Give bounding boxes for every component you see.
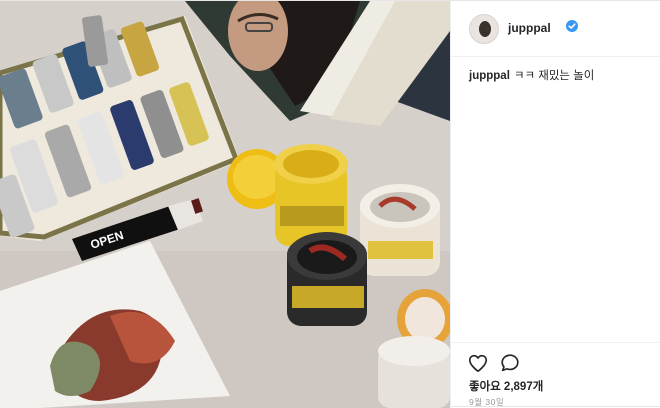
comment-icon[interactable] bbox=[499, 352, 521, 374]
caption-text: ㅋㅋ 재밌는 놀이 bbox=[513, 70, 595, 82]
post-header: jupppal bbox=[451, 1, 660, 57]
heart-icon[interactable] bbox=[467, 352, 489, 374]
avatar[interactable] bbox=[469, 14, 499, 44]
post-photo: OPEN bbox=[0, 1, 450, 408]
likes-count[interactable]: 좋아요 2,897개 bbox=[469, 378, 543, 394]
author-username[interactable]: jupppal bbox=[508, 21, 551, 35]
instagram-post: OPEN jupppal jupppal ㅋㅋ 재밌는 놀이 좋아요 2,897… bbox=[0, 0, 660, 408]
verified-badge-icon bbox=[566, 20, 578, 32]
post-footer: 좋아요 2,897개 9월 30일 bbox=[451, 342, 660, 408]
avatar-image bbox=[479, 21, 491, 37]
caption-username[interactable]: jupppal bbox=[469, 70, 510, 82]
post-sidebar: jupppal jupppal ㅋㅋ 재밌는 놀이 좋아요 2,897개 9월 … bbox=[450, 1, 660, 408]
post-date[interactable]: 9월 30일 bbox=[469, 396, 504, 408]
post-caption: jupppal ㅋㅋ 재밌는 놀이 bbox=[469, 67, 594, 83]
